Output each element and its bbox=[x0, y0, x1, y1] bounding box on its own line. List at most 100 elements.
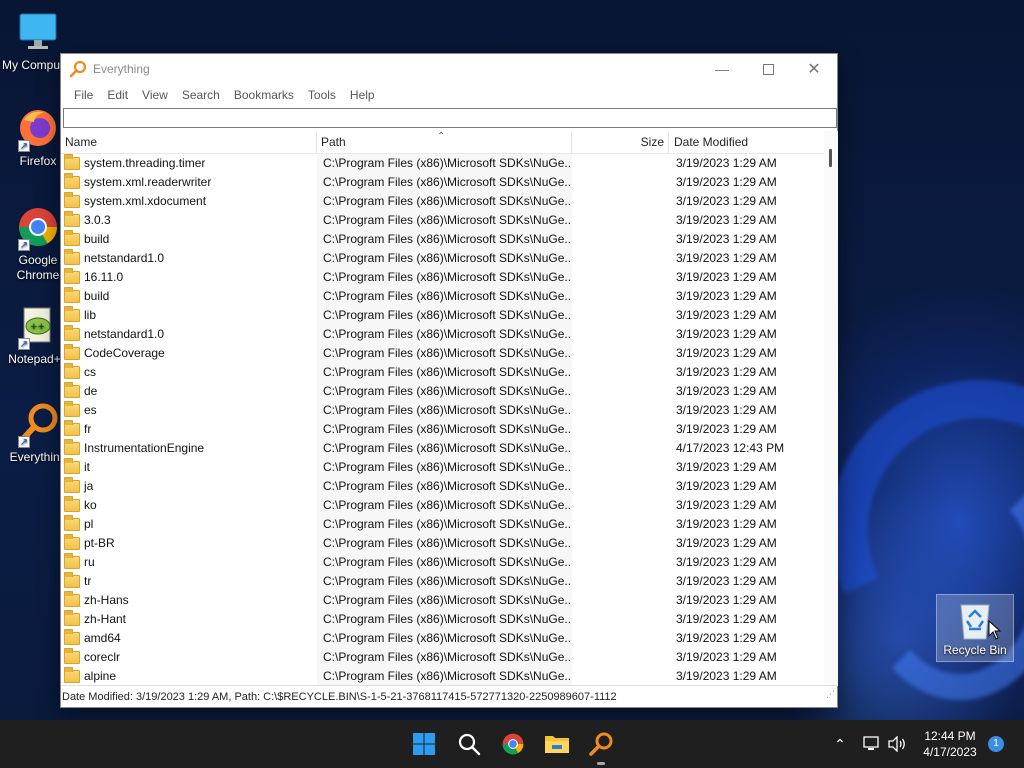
cell-size bbox=[572, 306, 669, 325]
cell-size bbox=[572, 534, 669, 553]
folder-icon bbox=[64, 496, 80, 512]
menu-file[interactable]: File bbox=[67, 88, 100, 102]
cell-size bbox=[572, 667, 669, 686]
taskbar-everything-button[interactable] bbox=[587, 730, 615, 758]
cell-path: C:\Program Files (x86)\Microsoft SDKs\Nu… bbox=[317, 591, 572, 610]
search-input[interactable] bbox=[63, 108, 837, 128]
menu-view[interactable]: View bbox=[135, 88, 175, 102]
folder-icon bbox=[64, 572, 80, 588]
cell-size bbox=[572, 287, 669, 306]
desktop-icon-recycle-bin[interactable]: Recycle Bin bbox=[936, 594, 1014, 662]
network-button[interactable] bbox=[862, 720, 882, 768]
start-button[interactable] bbox=[410, 730, 438, 758]
menu-search[interactable]: Search bbox=[175, 88, 227, 102]
cell-size bbox=[572, 458, 669, 477]
column-header: Name Path ⌃ Size Date Modified bbox=[61, 131, 824, 154]
table-row[interactable]: netstandard1.0 C:\Program Files (x86)\Mic… bbox=[61, 249, 824, 268]
table-row[interactable]: system.xml.xdocument C:\Program Files (x8… bbox=[61, 192, 824, 211]
resize-grip-icon[interactable]: ⋰ bbox=[826, 683, 835, 705]
start-icon bbox=[413, 733, 435, 755]
results-list[interactable]: system.threading.timer C:\Program Files (… bbox=[61, 154, 824, 686]
menu-tools[interactable]: Tools bbox=[301, 88, 343, 102]
volume-button[interactable] bbox=[886, 720, 908, 768]
table-row[interactable]: InstrumentationEngine C:\Program Files (x… bbox=[61, 439, 824, 458]
table-row[interactable]: build C:\Program Files (x86)\Microsoft SD… bbox=[61, 287, 824, 306]
minimize-icon: — bbox=[715, 61, 729, 77]
folder-icon bbox=[64, 648, 80, 664]
folder-icon bbox=[64, 591, 80, 607]
cell-name: alpine bbox=[61, 667, 317, 686]
table-row[interactable]: alpine C:\Program Files (x86)\Microsoft S… bbox=[61, 667, 824, 686]
cell-path: C:\Program Files (x86)\Microsoft SDKs\Nu… bbox=[317, 496, 572, 515]
table-row[interactable]: zh-Hans C:\Program Files (x86)\Microsoft … bbox=[61, 591, 824, 610]
minimize-button[interactable]: — bbox=[699, 54, 745, 84]
table-row[interactable]: amd64 C:\Program Files (x86)\Microsoft SD… bbox=[61, 629, 824, 648]
table-row[interactable]: ja C:\Program Files (x86)\Microsoft SDKs\… bbox=[61, 477, 824, 496]
show-hidden-icons-button[interactable]: ⌃ bbox=[830, 720, 850, 768]
table-row[interactable]: tr C:\Program Files (x86)\Microsoft SDKs\… bbox=[61, 572, 824, 591]
cell-name: amd64 bbox=[61, 629, 317, 648]
cell-name: InstrumentationEngine bbox=[61, 439, 317, 458]
table-row[interactable]: build C:\Program Files (x86)\Microsoft SD… bbox=[61, 230, 824, 249]
folder-icon bbox=[64, 325, 80, 341]
cell-date-modified: 3/19/2023 1:29 AM bbox=[676, 631, 777, 645]
cell-name: ko bbox=[61, 496, 317, 515]
everything-window[interactable]: Everything — ✕ File Edit View Search Boo… bbox=[60, 53, 838, 708]
cell-size bbox=[572, 515, 669, 534]
cell-size bbox=[572, 363, 669, 382]
taskbar-search-button[interactable] bbox=[455, 730, 483, 758]
table-row[interactable]: it C:\Program Files (x86)\Microsoft SDKs\… bbox=[61, 458, 824, 477]
everything-app-icon bbox=[69, 60, 87, 78]
menu-edit[interactable]: Edit bbox=[100, 88, 135, 102]
folder-icon bbox=[64, 553, 80, 569]
cell-path: C:\Program Files (x86)\Microsoft SDKs\Nu… bbox=[317, 249, 572, 268]
column-header-path[interactable]: Path ⌃ bbox=[317, 131, 572, 154]
file-name: zh-Hant bbox=[84, 612, 127, 626]
table-row[interactable]: 16.11.0 C:\Program Files (x86)\Microsoft … bbox=[61, 268, 824, 287]
table-row[interactable]: pt-BR C:\Program Files (x86)\Microsoft SD… bbox=[61, 534, 824, 553]
taskbar-chrome-button[interactable] bbox=[499, 730, 527, 758]
table-row[interactable]: es C:\Program Files (x86)\Microsoft SDKs\… bbox=[61, 401, 824, 420]
table-row[interactable]: netstandard1.0 C:\Program Files (x86)\Mic… bbox=[61, 325, 824, 344]
column-header-date-modified[interactable]: Date Modified bbox=[669, 131, 824, 154]
table-row[interactable]: 3.0.3 C:\Program Files (x86)\Microsoft SD… bbox=[61, 211, 824, 230]
file-name: fr bbox=[84, 422, 92, 436]
table-row[interactable]: CodeCoverage C:\Program Files (x86)\Micro… bbox=[61, 344, 824, 363]
cell-name: zh-Hant bbox=[61, 610, 317, 629]
vertical-scrollbar[interactable] bbox=[824, 131, 838, 686]
status-bar: Date Modified: 3/19/2023 1:29 AM, Path: … bbox=[61, 685, 837, 707]
table-row[interactable]: ko C:\Program Files (x86)\Microsoft SDKs\… bbox=[61, 496, 824, 515]
table-row[interactable]: coreclr C:\Program Files (x86)\Microsoft … bbox=[61, 648, 824, 667]
cell-date-modified: 3/19/2023 1:29 AM bbox=[676, 251, 777, 265]
clock[interactable]: 12:44 PM 4/17/2023 bbox=[912, 728, 988, 760]
table-row[interactable]: system.threading.timer C:\Program Files (… bbox=[61, 154, 824, 173]
column-header-name[interactable]: Name bbox=[61, 131, 317, 154]
table-row[interactable]: zh-Hant C:\Program Files (x86)\Microsoft … bbox=[61, 610, 824, 629]
cell-path: C:\Program Files (x86)\Microsoft SDKs\Nu… bbox=[317, 515, 572, 534]
file-name: CodeCoverage bbox=[84, 346, 165, 360]
close-button[interactable]: ✕ bbox=[791, 54, 837, 84]
table-row[interactable]: cs C:\Program Files (x86)\Microsoft SDKs\… bbox=[61, 363, 824, 382]
cell-name: ja bbox=[61, 477, 317, 496]
cell-name: zh-Hans bbox=[61, 591, 317, 610]
notification-badge[interactable]: 1 bbox=[988, 736, 1004, 752]
table-row[interactable]: lib C:\Program Files (x86)\Microsoft SDKs… bbox=[61, 306, 824, 325]
table-row[interactable]: fr C:\Program Files (x86)\Microsoft SDKs\… bbox=[61, 420, 824, 439]
cell-size bbox=[572, 249, 669, 268]
table-row[interactable]: de C:\Program Files (x86)\Microsoft SDKs\… bbox=[61, 382, 824, 401]
table-row[interactable]: ru C:\Program Files (x86)\Microsoft SDKs\… bbox=[61, 553, 824, 572]
table-row[interactable]: system.xml.readerwriter C:\Program Files … bbox=[61, 173, 824, 192]
menu-help[interactable]: Help bbox=[343, 88, 382, 102]
maximize-button[interactable] bbox=[745, 54, 791, 84]
column-header-size[interactable]: Size bbox=[572, 131, 669, 154]
svg-text:++: ++ bbox=[30, 322, 45, 332]
scrollbar-thumb[interactable] bbox=[829, 149, 832, 167]
taskbar-file-explorer-button[interactable] bbox=[543, 730, 571, 758]
cell-name: 16.11.0 bbox=[61, 268, 317, 287]
menu-bookmarks[interactable]: Bookmarks bbox=[227, 88, 301, 102]
clock-date: 4/17/2023 bbox=[923, 745, 977, 759]
title-bar[interactable]: Everything — ✕ bbox=[61, 54, 837, 84]
cell-date-modified: 3/19/2023 1:29 AM bbox=[676, 384, 777, 398]
table-row[interactable]: pl C:\Program Files (x86)\Microsoft SDKs\… bbox=[61, 515, 824, 534]
file-name: ja bbox=[84, 479, 94, 493]
